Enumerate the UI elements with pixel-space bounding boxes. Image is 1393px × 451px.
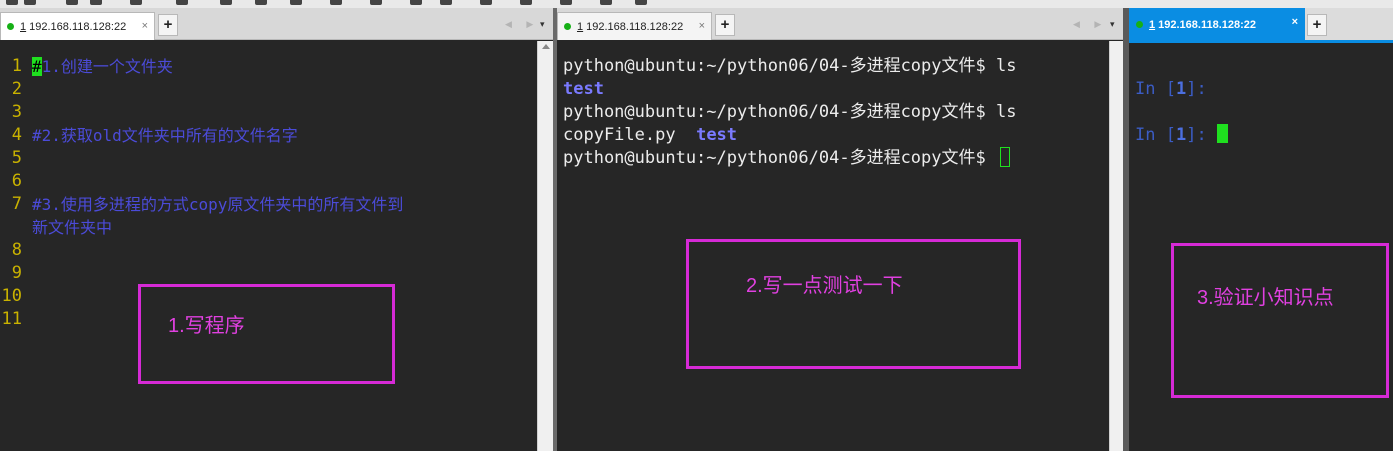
toolbar-icon[interactable] — [560, 0, 572, 5]
toolbar-icon[interactable] — [6, 0, 18, 5]
connection-status-icon — [7, 23, 14, 30]
tab-title: 192.168.118.128:22 — [1158, 18, 1256, 31]
prompt-number: 1 — [1175, 79, 1187, 99]
connection-status-icon — [1136, 21, 1143, 28]
comment-text: 1.创建一个文件夹 — [41, 57, 173, 76]
line-number: 8 — [11, 240, 22, 260]
toolbar-icon[interactable] — [520, 0, 532, 5]
ipython-input-prompt: In [1]: — [1135, 78, 1217, 101]
text-cursor: # — [32, 57, 42, 76]
tab-number: 1 — [577, 20, 584, 33]
line-number: 5 — [11, 148, 22, 168]
line-number: 7 — [11, 194, 22, 214]
code-line-1: #1.创建一个文件夹 — [32, 55, 173, 78]
line-number: 11 — [1, 309, 22, 329]
line-number: 1 — [11, 56, 22, 76]
toolbar-icon[interactable] — [24, 0, 36, 5]
tab-title: 192.168.118.128:22 — [29, 20, 127, 33]
new-tab-button[interactable]: + — [715, 14, 735, 36]
close-icon[interactable]: × — [699, 20, 705, 32]
line-number: 4 — [11, 125, 22, 145]
line-number: 10 — [1, 286, 22, 306]
toolbar-icon[interactable] — [600, 0, 612, 5]
toolbar-icon[interactable] — [635, 0, 647, 5]
terminal-line: copyFile.py test — [563, 124, 737, 147]
line-number-gutter: 1 2 3 4 5 6 7 8 9 10 11 — [0, 41, 27, 451]
toolbar-icon[interactable] — [255, 0, 267, 5]
toolbar-icon[interactable] — [370, 0, 382, 5]
session-tab[interactable]: 1 192.168.118.128:22 × — [0, 12, 155, 40]
annotation-label-2: 2.写一点测试一下 — [746, 275, 903, 297]
toolbar-icon[interactable] — [220, 0, 232, 5]
prompt-number: 1 — [1175, 125, 1187, 145]
toolbar-icon[interactable] — [66, 0, 78, 5]
line-number: 2 — [11, 79, 22, 99]
session-tab[interactable]: 1 192.168.118.128:22 × — [1129, 8, 1305, 40]
terminal-line: python@ubuntu:~/python06/04-多进程copy文件$ l… — [563, 101, 1016, 124]
file-entry: copyFile.py — [563, 125, 676, 145]
new-tab-button[interactable]: + — [158, 14, 178, 36]
prompt-prefix: In [ — [1135, 79, 1176, 99]
directory-entry: test — [696, 125, 738, 145]
line-number: 6 — [11, 171, 22, 191]
line-number: 3 — [11, 102, 22, 122]
close-icon[interactable]: × — [1292, 16, 1298, 28]
code-line-7-wrap: 新文件夹中 — [32, 218, 113, 237]
shell-prompt: python@ubuntu:~/python06/04-多进程copy文件$ — [563, 148, 996, 168]
toolbar-icon[interactable] — [130, 0, 142, 5]
shell-prompt: python@ubuntu:~/python06/04-多进程copy文件$ — [563, 56, 996, 76]
session-tab[interactable]: 1 192.168.118.128:22 × — [557, 12, 712, 40]
line-number: 9 — [11, 263, 22, 283]
scroll-up-icon[interactable] — [542, 44, 550, 49]
terminal-cursor — [1000, 147, 1010, 167]
terminal-line: test — [563, 78, 604, 101]
annotation-box-3 — [1171, 243, 1389, 398]
ipython-input-prompt: In [1]: — [1135, 124, 1228, 147]
ipython-cursor — [1216, 124, 1228, 143]
tab-bar: 1 192.168.118.128:22 × + — [1129, 8, 1393, 43]
command: ls — [996, 56, 1017, 76]
tab-number: 1 — [20, 20, 27, 33]
shell-prompt: python@ubuntu:~/python06/04-多进程copy文件$ — [563, 102, 996, 122]
vertical-scrollbar[interactable] — [1109, 41, 1123, 451]
annotation-label-3: 3.验证小知识点 — [1197, 287, 1334, 309]
editor-pane: 1 192.168.118.128:22 × + ◀ ▶ ▾ 1 2 3 4 5… — [0, 8, 553, 451]
tab-number: 1 — [1149, 18, 1156, 31]
tab-title: 192.168.118.128:22 — [586, 20, 684, 33]
tab-scroll-arrows-icon[interactable]: ◀ ▶ — [1073, 19, 1107, 30]
tab-bar: 1 192.168.118.128:22 × + ◀ ▶ ▾ — [0, 8, 553, 40]
connection-status-icon — [564, 23, 571, 30]
editor-content[interactable]: 1 2 3 4 5 6 7 8 9 10 11 #1.创建一个文件夹 #2.获取… — [0, 41, 553, 451]
toolbar-icon[interactable] — [290, 0, 302, 5]
tab-list-menu-icon[interactable]: ▾ — [1110, 19, 1115, 30]
new-tab-button[interactable]: + — [1307, 14, 1327, 36]
directory-entry: test — [563, 79, 604, 99]
toolbar-icon[interactable] — [480, 0, 492, 5]
tab-bar: 1 192.168.118.128:22 × + ◀ ▶ ▾ — [557, 8, 1123, 40]
terminal-line: python@ubuntu:~/python06/04-多进程copy文件$ l… — [563, 55, 1016, 78]
terminal-line: python@ubuntu:~/python06/04-多进程copy文件$ — [563, 147, 1010, 170]
annotation-box-2 — [686, 239, 1021, 369]
toolbar — [0, 0, 1393, 8]
terminal-pane: 1 192.168.118.128:22 × + ◀ ▶ ▾ python@ub… — [557, 8, 1123, 451]
annotation-label-1: 1.写程序 — [168, 315, 245, 337]
vertical-scrollbar[interactable] — [537, 41, 553, 451]
close-icon[interactable]: × — [142, 20, 148, 32]
tab-scroll-arrows-icon[interactable]: ◀ ▶ — [505, 19, 539, 30]
prompt-prefix: In [ — [1135, 125, 1176, 145]
toolbar-icon[interactable] — [410, 0, 422, 5]
code-line-4: #2.获取old文件夹中所有的文件名字 — [32, 126, 298, 145]
tab-list-menu-icon[interactable]: ▾ — [540, 19, 545, 30]
command: ls — [996, 102, 1017, 122]
code-line-7: #3.使用多进程的方式copy原文件夹中的所有文件到 — [32, 195, 404, 214]
toolbar-icon[interactable] — [176, 0, 188, 5]
toolbar-icon[interactable] — [90, 0, 102, 5]
prompt-suffix: ]: — [1186, 79, 1217, 99]
prompt-suffix: ]: — [1186, 125, 1217, 145]
toolbar-icon[interactable] — [330, 0, 342, 5]
toolbar-icon[interactable] — [440, 0, 452, 5]
